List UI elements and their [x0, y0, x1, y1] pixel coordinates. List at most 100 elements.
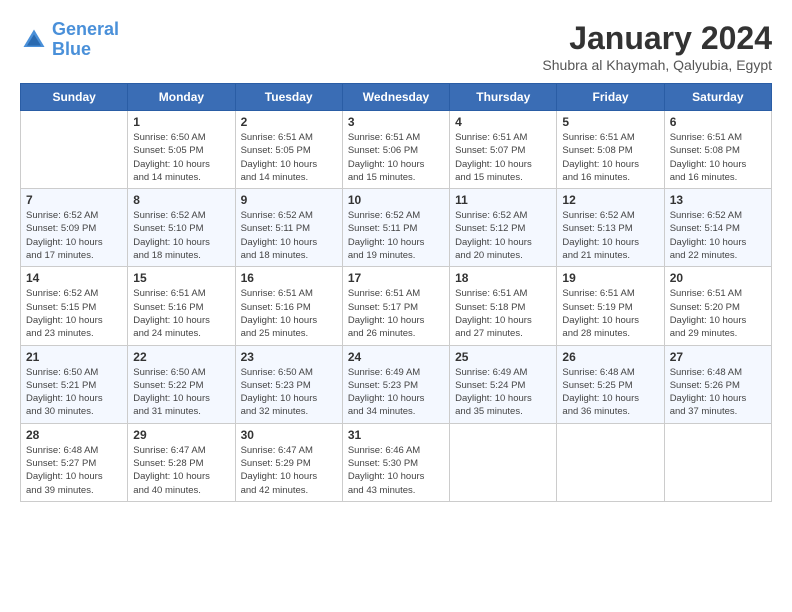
day-header-wednesday: Wednesday — [342, 84, 449, 111]
logo-text: General Blue — [52, 20, 119, 60]
day-number: 18 — [455, 271, 551, 285]
calendar-cell: 23 Sunrise: 6:50 AM Sunset: 5:23 PM Dayli… — [235, 345, 342, 423]
day-number: 28 — [26, 428, 122, 442]
cell-info: Sunrise: 6:51 AM Sunset: 5:18 PM Dayligh… — [455, 287, 551, 340]
cell-info: Sunrise: 6:48 AM Sunset: 5:26 PM Dayligh… — [670, 366, 766, 419]
cell-info: Sunrise: 6:46 AM Sunset: 5:30 PM Dayligh… — [348, 444, 444, 497]
day-number: 17 — [348, 271, 444, 285]
day-number: 29 — [133, 428, 229, 442]
calendar-cell: 19Sunrise: 6:51 AM Sunset: 5:19 PM Dayli… — [557, 267, 664, 345]
day-number: 26 — [562, 350, 658, 364]
cell-info: Sunrise: 6:51 AM Sunset: 5:16 PM Dayligh… — [241, 287, 337, 340]
cell-info: Sunrise: 6:52 AM Sunset: 5:09 PM Dayligh… — [26, 209, 122, 262]
calendar-cell: 8 Sunrise: 6:52 AM Sunset: 5:10 PM Daylig… — [128, 189, 235, 267]
calendar-cell: 18 Sunrise: 6:51 AM Sunset: 5:18 PM Dayli… — [450, 267, 557, 345]
month-title: January 2024 — [542, 20, 772, 57]
cell-info: Sunrise: 6:51 AM Sunset: 5:06 PM Dayligh… — [348, 131, 444, 184]
cell-info: Sunrise: 6:51 AM Sunset: 5:08 PM Dayligh… — [562, 131, 658, 184]
day-number: 27 — [670, 350, 766, 364]
title-area: January 2024 Shubra al Khaymah, Qalyubia… — [542, 20, 772, 73]
calendar-cell: 12 Sunrise: 6:52 AM Sunset: 5:13 PM Dayli… — [557, 189, 664, 267]
day-number: 21 — [26, 350, 122, 364]
cell-info: Sunrise: 6:52 AM Sunset: 5:11 PM Dayligh… — [241, 209, 337, 262]
day-number: 2 — [241, 115, 337, 129]
cell-info: Sunrise: 6:52 AM Sunset: 5:15 PM Dayligh… — [26, 287, 122, 340]
calendar-cell: 11Sunrise: 6:52 AM Sunset: 5:12 PM Dayli… — [450, 189, 557, 267]
day-number: 16 — [241, 271, 337, 285]
day-number: 15 — [133, 271, 229, 285]
calendar-cell: 6 Sunrise: 6:51 AM Sunset: 5:08 PM Daylig… — [664, 111, 771, 189]
calendar-cell: 27 Sunrise: 6:48 AM Sunset: 5:26 PM Dayli… — [664, 345, 771, 423]
day-header-sunday: Sunday — [21, 84, 128, 111]
day-number: 8 — [133, 193, 229, 207]
calendar-cell: 10 Sunrise: 6:52 AM Sunset: 5:11 PM Dayli… — [342, 189, 449, 267]
day-number: 23 — [241, 350, 337, 364]
cell-info: Sunrise: 6:50 AM Sunset: 5:21 PM Dayligh… — [26, 366, 122, 419]
calendar-cell: 24 Sunrise: 6:49 AM Sunset: 5:23 PM Dayli… — [342, 345, 449, 423]
cell-info: Sunrise: 6:51 AM Sunset: 5:07 PM Dayligh… — [455, 131, 551, 184]
cell-info: Sunrise: 6:51 AM Sunset: 5:17 PM Dayligh… — [348, 287, 444, 340]
calendar-cell: 16 Sunrise: 6:51 AM Sunset: 5:16 PM Dayli… — [235, 267, 342, 345]
calendar-cell: 15 Sunrise: 6:51 AM Sunset: 5:16 PM Dayli… — [128, 267, 235, 345]
calendar-cell: 20Sunrise: 6:51 AM Sunset: 5:20 PM Dayli… — [664, 267, 771, 345]
day-number: 10 — [348, 193, 444, 207]
logo: General Blue — [20, 20, 119, 60]
cell-info: Sunrise: 6:49 AM Sunset: 5:23 PM Dayligh… — [348, 366, 444, 419]
day-header-monday: Monday — [128, 84, 235, 111]
cell-info: Sunrise: 6:52 AM Sunset: 5:11 PM Dayligh… — [348, 209, 444, 262]
calendar-table: SundayMondayTuesdayWednesdayThursdayFrid… — [20, 83, 772, 502]
calendar-cell: 13Sunrise: 6:52 AM Sunset: 5:14 PM Dayli… — [664, 189, 771, 267]
day-number: 3 — [348, 115, 444, 129]
calendar-cell — [664, 423, 771, 501]
cell-info: Sunrise: 6:50 AM Sunset: 5:22 PM Dayligh… — [133, 366, 229, 419]
calendar-cell: 1 Sunrise: 6:50 AM Sunset: 5:05 PM Daylig… — [128, 111, 235, 189]
page-header: General Blue January 2024 Shubra al Khay… — [20, 20, 772, 73]
day-number: 7 — [26, 193, 122, 207]
calendar-cell: 9 Sunrise: 6:52 AM Sunset: 5:11 PM Daylig… — [235, 189, 342, 267]
day-number: 31 — [348, 428, 444, 442]
day-number: 1 — [133, 115, 229, 129]
day-number: 20 — [670, 271, 766, 285]
cell-info: Sunrise: 6:51 AM Sunset: 5:05 PM Dayligh… — [241, 131, 337, 184]
day-number: 9 — [241, 193, 337, 207]
day-number: 30 — [241, 428, 337, 442]
day-header-tuesday: Tuesday — [235, 84, 342, 111]
calendar-cell: 3 Sunrise: 6:51 AM Sunset: 5:06 PM Daylig… — [342, 111, 449, 189]
calendar-cell — [557, 423, 664, 501]
calendar-cell: 26Sunrise: 6:48 AM Sunset: 5:25 PM Dayli… — [557, 345, 664, 423]
cell-info: Sunrise: 6:49 AM Sunset: 5:24 PM Dayligh… — [455, 366, 551, 419]
calendar-cell: 31 Sunrise: 6:46 AM Sunset: 5:30 PM Dayli… — [342, 423, 449, 501]
calendar-cell: 25 Sunrise: 6:49 AM Sunset: 5:24 PM Dayli… — [450, 345, 557, 423]
day-number: 13 — [670, 193, 766, 207]
cell-info: Sunrise: 6:51 AM Sunset: 5:08 PM Dayligh… — [670, 131, 766, 184]
calendar-cell: 22Sunrise: 6:50 AM Sunset: 5:22 PM Dayli… — [128, 345, 235, 423]
day-number: 25 — [455, 350, 551, 364]
day-header-saturday: Saturday — [664, 84, 771, 111]
cell-info: Sunrise: 6:52 AM Sunset: 5:13 PM Dayligh… — [562, 209, 658, 262]
cell-info: Sunrise: 6:47 AM Sunset: 5:29 PM Dayligh… — [241, 444, 337, 497]
calendar-cell — [21, 111, 128, 189]
day-number: 14 — [26, 271, 122, 285]
cell-info: Sunrise: 6:50 AM Sunset: 5:23 PM Dayligh… — [241, 366, 337, 419]
calendar-cell: 29 Sunrise: 6:47 AM Sunset: 5:28 PM Dayli… — [128, 423, 235, 501]
calendar-cell: 28 Sunrise: 6:48 AM Sunset: 5:27 PM Dayli… — [21, 423, 128, 501]
calendar-cell: 14 Sunrise: 6:52 AM Sunset: 5:15 PM Dayli… — [21, 267, 128, 345]
day-header-thursday: Thursday — [450, 84, 557, 111]
day-header-friday: Friday — [557, 84, 664, 111]
day-number: 24 — [348, 350, 444, 364]
day-number: 6 — [670, 115, 766, 129]
day-number: 5 — [562, 115, 658, 129]
day-number: 4 — [455, 115, 551, 129]
calendar-cell: 2 Sunrise: 6:51 AM Sunset: 5:05 PM Daylig… — [235, 111, 342, 189]
calendar-cell: 21 Sunrise: 6:50 AM Sunset: 5:21 PM Dayli… — [21, 345, 128, 423]
cell-info: Sunrise: 6:47 AM Sunset: 5:28 PM Dayligh… — [133, 444, 229, 497]
calendar-cell: 5 Sunrise: 6:51 AM Sunset: 5:08 PM Daylig… — [557, 111, 664, 189]
cell-info: Sunrise: 6:48 AM Sunset: 5:27 PM Dayligh… — [26, 444, 122, 497]
calendar-cell: 4 Sunrise: 6:51 AM Sunset: 5:07 PM Daylig… — [450, 111, 557, 189]
cell-info: Sunrise: 6:51 AM Sunset: 5:16 PM Dayligh… — [133, 287, 229, 340]
day-number: 12 — [562, 193, 658, 207]
cell-info: Sunrise: 6:52 AM Sunset: 5:10 PM Dayligh… — [133, 209, 229, 262]
cell-info: Sunrise: 6:50 AM Sunset: 5:05 PM Dayligh… — [133, 131, 229, 184]
cell-info: Sunrise: 6:52 AM Sunset: 5:12 PM Dayligh… — [455, 209, 551, 262]
calendar-cell: 30 Sunrise: 6:47 AM Sunset: 5:29 PM Dayli… — [235, 423, 342, 501]
